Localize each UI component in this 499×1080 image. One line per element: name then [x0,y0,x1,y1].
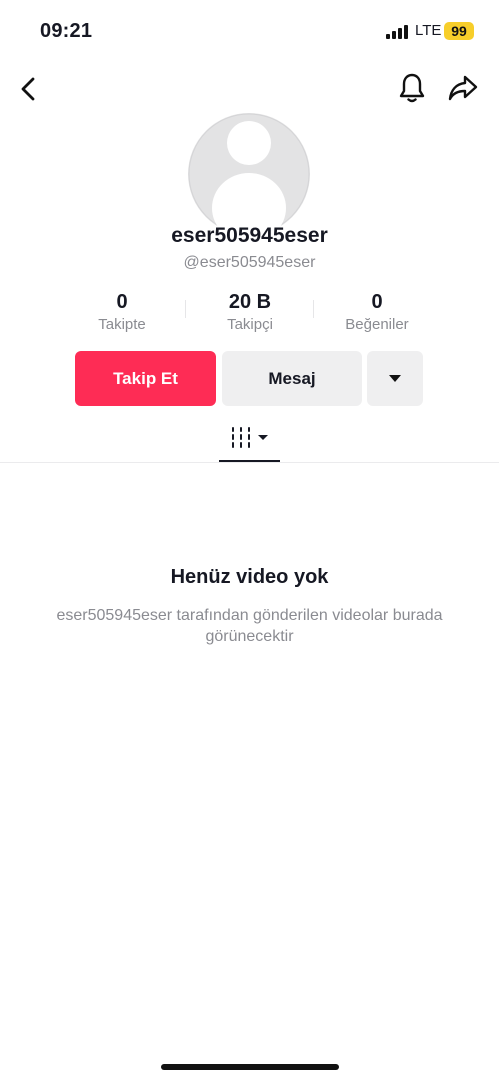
videos-grid-icon [232,427,268,448]
empty-state-title: Henüz video yok [170,566,329,588]
more-options-button[interactable] [367,351,423,406]
network-label: LTE [415,22,442,39]
empty-state-description: eser505945eser tarafından gönderilen vid… [56,607,443,645]
display-name: eser505945eser [171,224,328,247]
tab-divider [0,462,499,463]
stat-label: Takipte [98,316,146,333]
avatar[interactable] [188,113,310,235]
stat-value: 0 [116,291,128,313]
share-button[interactable] [447,73,479,103]
signal-icon [386,25,408,39]
tab-videos[interactable] [219,424,280,462]
message-button[interactable]: Mesaj [222,351,362,406]
bell-icon [399,73,425,103]
back-button[interactable] [16,76,42,102]
stat-followers[interactable]: 20 B Takipçi [185,291,315,333]
stat-label: Takipçi [227,316,273,333]
stat-likes[interactable]: 0 Beğeniler [312,291,442,333]
stat-following[interactable]: 0 Takipte [57,291,187,333]
share-arrow-icon [448,75,478,101]
stat-label: Beğeniler [345,316,409,333]
battery-indicator: 99 [444,22,474,40]
default-avatar-icon [188,113,310,235]
chevron-left-icon [21,77,35,101]
home-indicator[interactable] [161,1064,339,1070]
status-time: 09:21 [40,20,93,42]
stat-value: 0 [371,291,383,313]
username: @eser505945eser [183,254,316,271]
follow-button[interactable]: Takip Et [75,351,216,406]
notifications-button[interactable] [397,72,427,104]
stat-value: 20 B [228,291,272,313]
caret-down-icon [389,375,401,382]
